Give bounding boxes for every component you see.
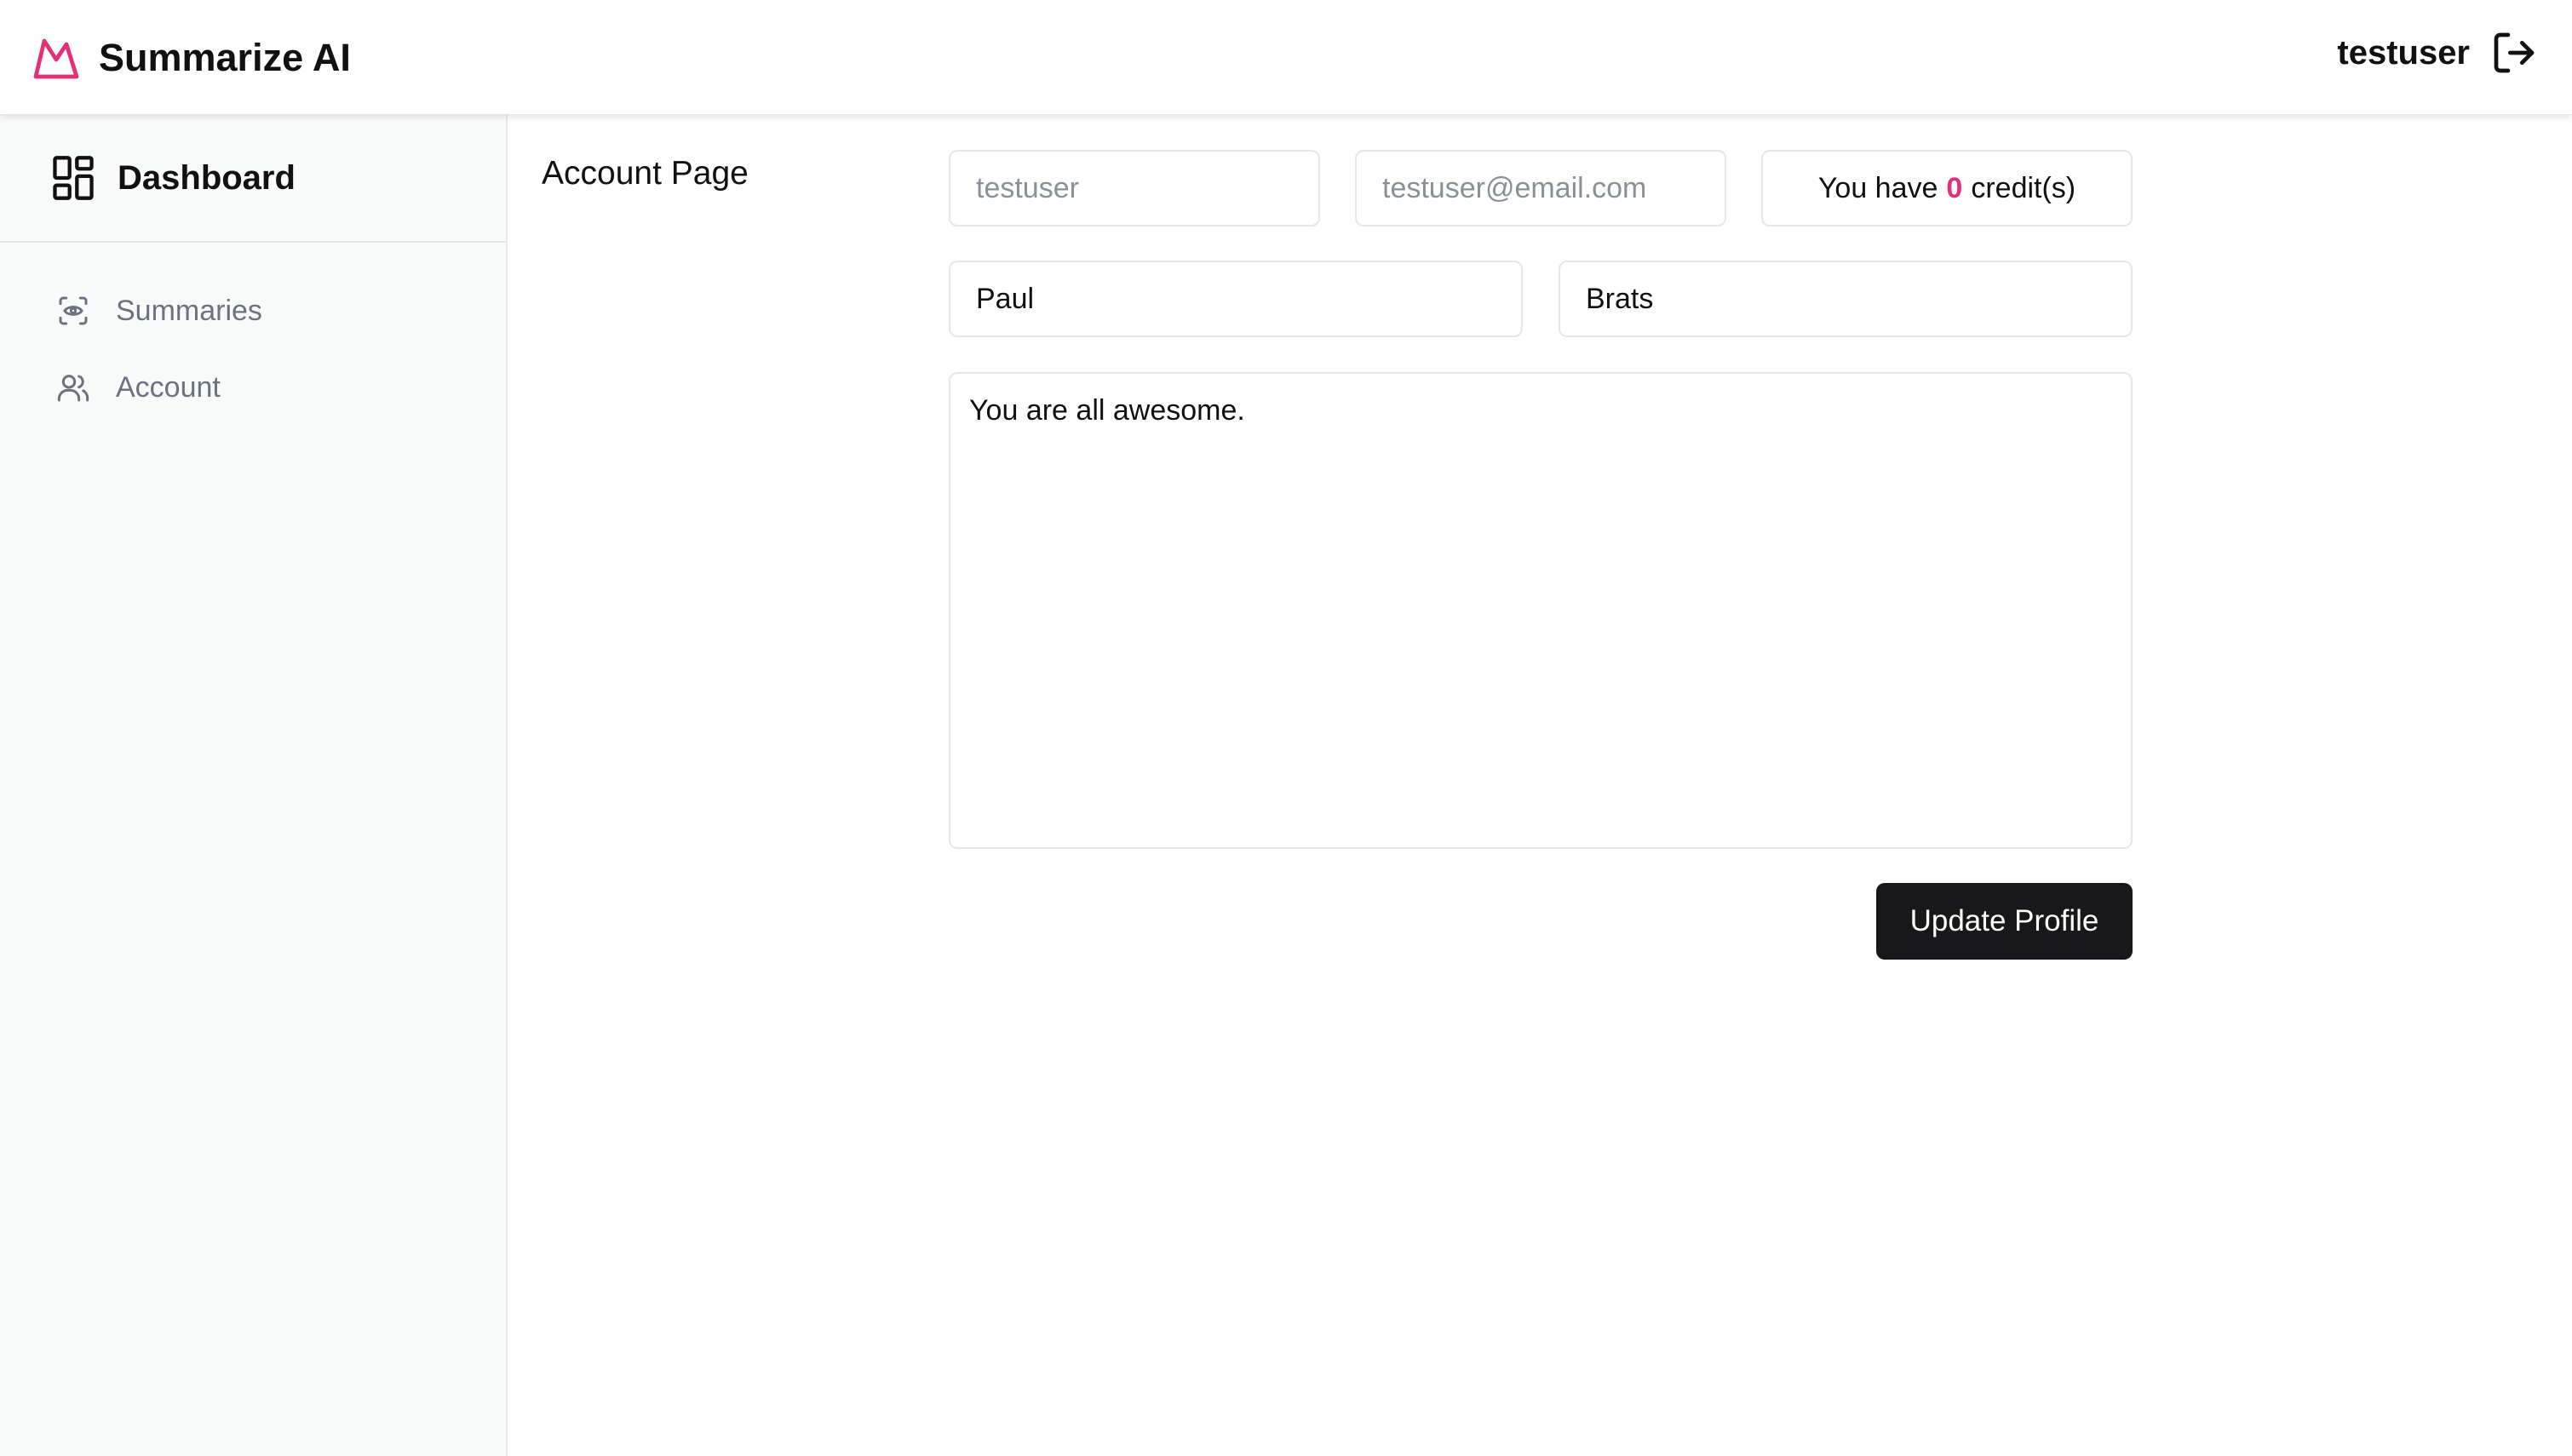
sidebar-item-label: Summaries <box>116 294 262 327</box>
sidebar-nav: Summaries Account <box>0 277 506 430</box>
sidebar: Dashboard Summaries Account <box>0 115 508 1456</box>
app-title: Summarize AI <box>99 36 351 79</box>
bio-textarea[interactable]: You are all awesome. <box>949 372 2133 849</box>
page-title: Account Page <box>542 155 749 192</box>
credits-prefix: You have <box>1817 171 1938 204</box>
credits-suffix: credit(s) <box>1971 171 2076 204</box>
update-profile-button[interactable]: Update Profile <box>1876 883 2133 960</box>
username-input[interactable] <box>949 150 1320 226</box>
first-name-input[interactable] <box>949 261 1523 337</box>
top-header: Summarize AI testuser <box>0 0 2572 115</box>
sidebar-item-account[interactable]: Account <box>0 353 506 421</box>
logout-icon <box>2494 32 2535 73</box>
logout-button[interactable] <box>2489 27 2540 78</box>
dashboard-label: Dashboard <box>118 158 296 197</box>
sidebar-item-label: Account <box>116 370 221 404</box>
credits-badge: You have 0 credit(s) <box>1761 150 2133 226</box>
sidebar-dashboard-link[interactable]: Dashboard <box>0 115 506 243</box>
users-icon <box>57 375 89 402</box>
mountain-logo-icon <box>33 38 79 79</box>
sidebar-item-summaries[interactable]: Summaries <box>0 277 506 345</box>
username-label: testuser <box>2337 34 2470 72</box>
brand-logo-link[interactable]: Summarize AI <box>32 34 351 82</box>
dashboard-grid-icon <box>53 156 94 200</box>
credits-count: 0 <box>1946 171 1963 204</box>
user-area: testuser <box>2337 26 2540 80</box>
last-name-input[interactable] <box>1559 261 2133 337</box>
eye-icon <box>59 296 88 325</box>
email-input[interactable] <box>1355 150 1726 226</box>
